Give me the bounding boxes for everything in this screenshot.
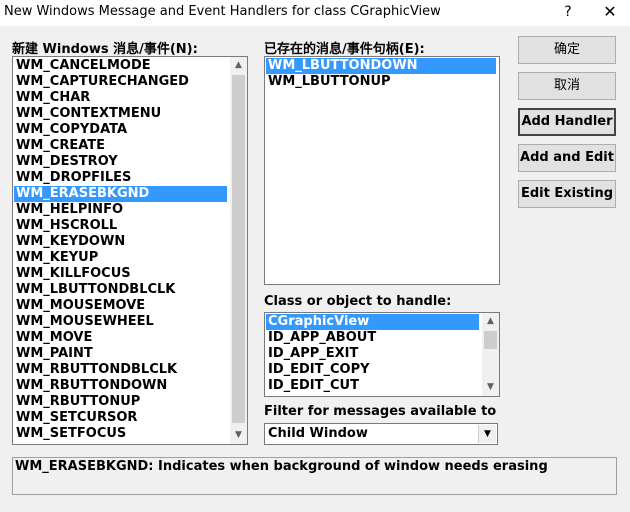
existing-handlers-list[interactable]: WM_LBUTTONDOWN WM_LBUTTONUP xyxy=(264,56,500,285)
dialog-window: New Windows Message and Event Handlers f… xyxy=(0,0,630,512)
add-handler-button[interactable]: Add Handler xyxy=(518,108,616,136)
scroll-up-arrow-icon[interactable]: ▲ xyxy=(482,313,499,330)
list-item[interactable]: WM_KEYDOWN xyxy=(14,234,227,250)
class-object-rows: CGraphicView ID_APP_ABOUT ID_APP_EXIT ID_ED… xyxy=(266,314,479,394)
list-item[interactable]: WM_CAPTURECHANGED xyxy=(14,74,227,90)
scroll-up-arrow-icon[interactable]: ▲ xyxy=(230,57,247,74)
list-item[interactable]: WM_CONTEXTMENU xyxy=(14,106,227,122)
help-icon[interactable]: ? xyxy=(556,0,580,24)
scroll-down-arrow-icon[interactable]: ▼ xyxy=(230,427,247,444)
list-item[interactable]: WM_KEYUP xyxy=(14,250,227,266)
class-object-scrollbar[interactable]: ▲ ▼ xyxy=(482,313,499,396)
edit-existing-button[interactable]: Edit Existing xyxy=(518,180,616,208)
add-and-edit-button[interactable]: Add and Edit xyxy=(518,144,616,172)
list-item[interactable]: ID_EDIT_COPY xyxy=(266,362,479,378)
existing-handlers-rows: WM_LBUTTONDOWN WM_LBUTTONUP xyxy=(266,58,496,90)
close-icon[interactable]: ✕ xyxy=(596,0,624,24)
scrollbar-thumb[interactable] xyxy=(484,331,497,349)
list-item[interactable]: WM_PAINT xyxy=(14,346,227,362)
list-item[interactable]: WM_DESTROY xyxy=(14,154,227,170)
list-item[interactable]: WM_MOVE xyxy=(14,330,227,346)
list-item[interactable]: WM_RBUTTONDBLCLK xyxy=(14,362,227,378)
filter-value: Child Window xyxy=(268,426,368,441)
filter-dropdown[interactable]: Child Window ▼ xyxy=(264,423,498,445)
chevron-down-icon[interactable]: ▼ xyxy=(478,425,496,443)
class-object-list[interactable]: CGraphicView ID_APP_ABOUT ID_APP_EXIT ID_ED… xyxy=(264,312,500,397)
list-item[interactable]: ID_APP_ABOUT xyxy=(266,330,479,346)
description-box: WM_ERASEBKGND: Indicates when background… xyxy=(12,457,617,495)
list-item[interactable]: WM_RBUTTONUP xyxy=(14,394,227,410)
list-item[interactable]: WM_MOUSEWHEEL xyxy=(14,314,227,330)
list-item[interactable]: WM_RBUTTONDOWN xyxy=(14,378,227,394)
list-item[interactable]: WM_LBUTTONDBLCLK xyxy=(14,282,227,298)
title-bar: New Windows Message and Event Handlers f… xyxy=(0,0,630,26)
list-item[interactable]: WM_CANCELMODE xyxy=(14,58,227,74)
list-item[interactable]: WM_SETFOCUS xyxy=(14,426,227,442)
list-item[interactable]: WM_MOUSEMOVE xyxy=(14,298,227,314)
new-messages-scrollbar[interactable]: ▲ ▼ xyxy=(230,57,247,444)
list-item[interactable]: WM_LBUTTONUP xyxy=(266,74,496,90)
window-title: New Windows Message and Event Handlers f… xyxy=(4,4,441,19)
list-item[interactable]: WM_COPYDATA xyxy=(14,122,227,138)
existing-handlers-label: 已存在的消息/事件句柄(E): xyxy=(264,42,425,57)
list-item[interactable]: CGraphicView xyxy=(266,314,479,330)
scrollbar-thumb[interactable] xyxy=(232,75,245,423)
list-item[interactable]: WM_HELPINFO xyxy=(14,202,227,218)
new-messages-label: 新建 Windows 消息/事件(N): xyxy=(12,42,198,57)
list-item[interactable]: WM_CREATE xyxy=(14,138,227,154)
list-item[interactable]: WM_ERASEBKGND xyxy=(14,186,227,202)
cancel-button[interactable]: 取消 xyxy=(518,72,616,100)
list-item[interactable]: ID_APP_EXIT xyxy=(266,346,479,362)
ok-button[interactable]: 确定 xyxy=(518,36,616,64)
new-messages-list[interactable]: WM_CANCELMODE WM_CAPTURECHANGED WM_CHAR WM_… xyxy=(12,56,248,445)
list-item[interactable]: WM_KILLFOCUS xyxy=(14,266,227,282)
list-item[interactable]: WM_HSCROLL xyxy=(14,218,227,234)
description-text: WM_ERASEBKGND: Indicates when background… xyxy=(15,459,548,474)
class-object-label: Class or object to handle: xyxy=(264,294,452,309)
list-item[interactable]: ID_EDIT_CUT xyxy=(266,378,479,394)
list-item[interactable]: WM_CHAR xyxy=(14,90,227,106)
scroll-down-arrow-icon[interactable]: ▼ xyxy=(482,379,499,396)
list-item[interactable]: WM_LBUTTONDOWN xyxy=(266,58,496,74)
filter-label: Filter for messages available to xyxy=(264,404,497,419)
list-item[interactable]: WM_DROPFILES xyxy=(14,170,227,186)
new-messages-rows: WM_CANCELMODE WM_CAPTURECHANGED WM_CHAR WM_… xyxy=(14,58,227,442)
list-item[interactable]: WM_SETCURSOR xyxy=(14,410,227,426)
